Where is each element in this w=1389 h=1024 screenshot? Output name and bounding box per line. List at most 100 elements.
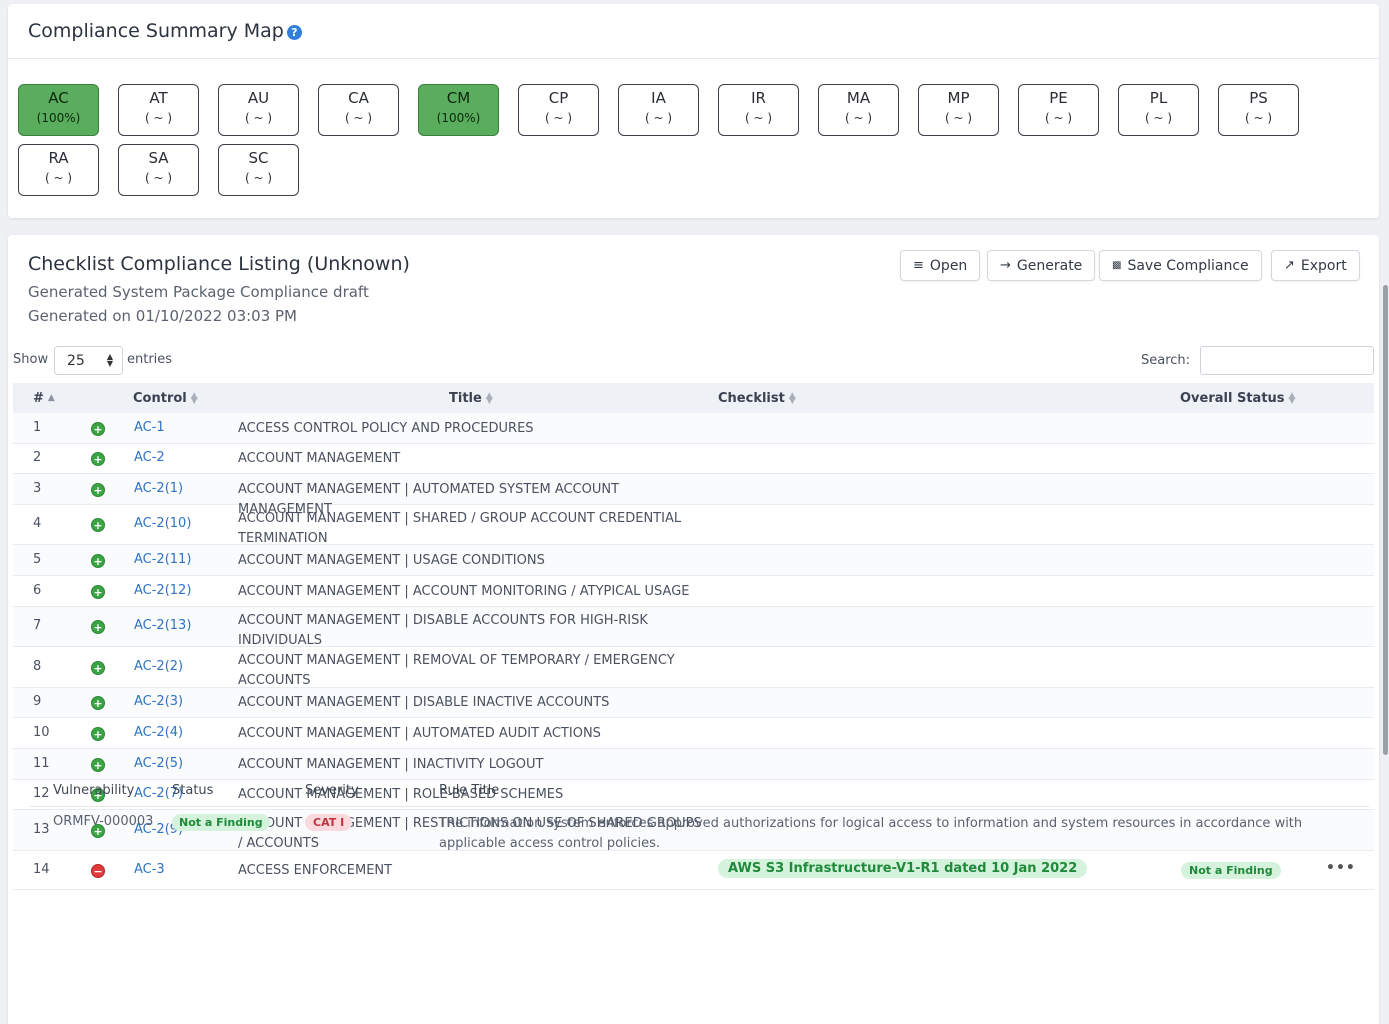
detail-row[interactable]: ORMFV-000003 Not a Finding CAT I The inf… bbox=[30, 807, 1369, 867]
control-title: ACCOUNT MANAGEMENT | AUTOMATED AUDIT ACT… bbox=[238, 726, 601, 741]
row-number: 2 bbox=[33, 450, 42, 465]
family-button-pl[interactable]: PL ( ~ ) bbox=[1118, 84, 1199, 136]
family-button-sc[interactable]: SC ( ~ ) bbox=[218, 144, 299, 196]
table-row[interactable]: 7 + AC-2(13) ACCOUNT MANAGEMENT | DISABLE A… bbox=[13, 607, 1374, 648]
column-header-overall-status[interactable]: Overall Status ▲ ▼ bbox=[1180, 391, 1295, 406]
family-percentage: ( ~ ) bbox=[544, 111, 573, 125]
sort-icon: ▲ ▼ bbox=[1288, 390, 1296, 406]
expand-row-icon[interactable]: + bbox=[91, 518, 105, 532]
detail-header: Vulnerability Status Severity Rule Title bbox=[30, 775, 1369, 807]
table-row[interactable]: 3 + AC-2(1) ACCOUNT MANAGEMENT | AUTOMATED … bbox=[13, 474, 1374, 517]
expand-row-icon[interactable]: + bbox=[91, 585, 105, 599]
row-number: 11 bbox=[33, 756, 50, 771]
table-row[interactable]: 10 + AC-2(4) ACCOUNT MANAGEMENT | AUTOMATED… bbox=[13, 718, 1374, 749]
table-row[interactable]: 4 + AC-2(10) ACCOUNT MANAGEMENT | SHARED / … bbox=[13, 505, 1374, 546]
family-percentage: ( ~ ) bbox=[1144, 111, 1173, 125]
row-number: 5 bbox=[33, 552, 42, 567]
control-link[interactable]: AC-2(10) bbox=[134, 516, 191, 531]
detail-status-badge: Not a Finding bbox=[172, 814, 270, 831]
family-button-ps[interactable]: PS ( ~ ) bbox=[1218, 84, 1299, 136]
family-button-ma[interactable]: MA ( ~ ) bbox=[818, 84, 899, 136]
control-link[interactable]: AC-2(2) bbox=[134, 659, 183, 674]
family-percentage: ( ~ ) bbox=[144, 111, 173, 125]
compliance-listing-card: Checklist Compliance Listing (Unknown) G… bbox=[8, 235, 1379, 1024]
control-link[interactable]: AC-2(12) bbox=[134, 583, 191, 598]
column-header-title-label: Title bbox=[449, 391, 482, 406]
column-header-control-label: Control bbox=[133, 391, 187, 406]
control-link[interactable]: AC-2(13) bbox=[134, 618, 191, 633]
family-button-pe[interactable]: PE ( ~ ) bbox=[1018, 84, 1099, 136]
open-button[interactable]: ≡ Open bbox=[900, 250, 981, 281]
family-button-at[interactable]: AT ( ~ ) bbox=[118, 84, 199, 136]
family-percentage: ( ~ ) bbox=[844, 111, 873, 125]
family-button-ca[interactable]: CA ( ~ ) bbox=[318, 84, 399, 136]
detail-col-severity: Severity bbox=[305, 783, 359, 798]
family-code: MP bbox=[947, 89, 970, 107]
help-icon[interactable]: ? bbox=[286, 25, 302, 40]
control-link[interactable]: AC-2(4) bbox=[134, 725, 183, 740]
family-button-au[interactable]: AU ( ~ ) bbox=[218, 84, 299, 136]
row-number: 10 bbox=[33, 725, 50, 740]
entries-select-value: 25 bbox=[67, 352, 85, 369]
table-row[interactable]: 8 + AC-2(2) ACCOUNT MANAGEMENT | REMOVAL OF… bbox=[13, 647, 1374, 688]
expand-row-icon[interactable]: + bbox=[91, 452, 105, 466]
control-link[interactable]: AC-2(1) bbox=[134, 481, 183, 496]
expand-row-icon[interactable]: + bbox=[91, 727, 105, 741]
table-row[interactable]: 9 + AC-2(3) ACCOUNT MANAGEMENT | DISABLE IN… bbox=[13, 688, 1374, 718]
table-row[interactable]: 5 + AC-2(11) ACCOUNT MANAGEMENT | USAGE CON… bbox=[13, 545, 1374, 576]
family-percentage: (100%) bbox=[436, 111, 481, 125]
export-button-label: Export bbox=[1300, 257, 1347, 274]
entries-select[interactable]: 25 ▲ ▼ bbox=[54, 346, 123, 375]
column-header-num[interactable]: # ▲ bbox=[33, 391, 55, 406]
expand-row-icon[interactable]: + bbox=[91, 554, 105, 568]
row-number: 3 bbox=[33, 481, 42, 496]
listing-title: Checklist Compliance Listing (Unknown) bbox=[28, 253, 410, 275]
family-button-mp[interactable]: MP ( ~ ) bbox=[918, 84, 999, 136]
family-button-ac[interactable]: AC (100%) bbox=[18, 84, 99, 136]
control-link[interactable]: AC-1 bbox=[134, 420, 165, 435]
family-button-ra[interactable]: RA ( ~ ) bbox=[18, 144, 99, 196]
map-title: Compliance Summary Map bbox=[28, 20, 284, 42]
control-title: ACCESS CONTROL POLICY AND PROCEDURES bbox=[238, 421, 534, 436]
row-number: 9 bbox=[33, 694, 42, 709]
save-compliance-button[interactable]: ▩ Save Compliance bbox=[1099, 250, 1262, 281]
family-button-ir[interactable]: IR ( ~ ) bbox=[718, 84, 799, 136]
family-button-cp[interactable]: CP ( ~ ) bbox=[518, 84, 599, 136]
generate-button[interactable]: → Generate bbox=[987, 250, 1096, 281]
family-percentage: ( ~ ) bbox=[1044, 111, 1073, 125]
table-row[interactable]: 6 + AC-2(12) ACCOUNT MANAGEMENT | ACCOUNT M… bbox=[13, 576, 1374, 607]
column-header-title[interactable]: Title ▲ ▼ bbox=[449, 391, 493, 406]
column-header-checklist[interactable]: Checklist ▲ ▼ bbox=[718, 391, 796, 406]
expand-row-icon[interactable]: + bbox=[91, 696, 105, 710]
list-icon: ≡ bbox=[913, 258, 924, 273]
row-number: 7 bbox=[33, 618, 42, 633]
table-row[interactable]: 2 + AC-2 ACCOUNT MANAGEMENT bbox=[13, 444, 1374, 474]
control-link[interactable]: AC-2 bbox=[134, 450, 165, 465]
show-label: Show bbox=[13, 352, 49, 367]
family-button-cm[interactable]: CM (100%) bbox=[418, 84, 499, 136]
column-header-control[interactable]: Control ▲ ▼ bbox=[133, 391, 198, 406]
export-button[interactable]: ↗ Export bbox=[1271, 250, 1360, 281]
family-code: CM bbox=[446, 89, 471, 107]
expand-row-icon[interactable]: + bbox=[91, 620, 105, 634]
detail-vulnerability-id: ORMFV-000003 bbox=[53, 814, 154, 829]
control-link[interactable]: AC-2(11) bbox=[134, 552, 191, 567]
search-input[interactable] bbox=[1200, 346, 1374, 375]
open-button-label: Open bbox=[929, 257, 968, 274]
family-code: SC bbox=[248, 149, 269, 167]
expand-row-icon[interactable]: + bbox=[91, 758, 105, 772]
page-scrollbar[interactable] bbox=[1383, 285, 1388, 755]
control-link[interactable]: AC-2(3) bbox=[134, 694, 183, 709]
family-percentage: ( ~ ) bbox=[244, 171, 273, 185]
expand-row-icon[interactable]: + bbox=[91, 661, 105, 675]
expand-row-icon[interactable]: + bbox=[91, 483, 105, 497]
table-row[interactable]: 1 + AC-1 ACCESS CONTROL POLICY AND PROCEDUR… bbox=[13, 413, 1374, 444]
control-title: ACCOUNT MANAGEMENT | INACTIVITY LOGOUT bbox=[238, 757, 544, 772]
family-button-ia[interactable]: IA ( ~ ) bbox=[618, 84, 699, 136]
family-button-sa[interactable]: SA ( ~ ) bbox=[118, 144, 199, 196]
entries-label: entries bbox=[127, 352, 173, 367]
control-link[interactable]: AC-2(5) bbox=[134, 756, 183, 771]
expand-row-icon[interactable]: + bbox=[91, 422, 105, 436]
detail-rule-title: The information system enforces approved… bbox=[439, 816, 1303, 851]
family-code: IA bbox=[651, 89, 666, 107]
